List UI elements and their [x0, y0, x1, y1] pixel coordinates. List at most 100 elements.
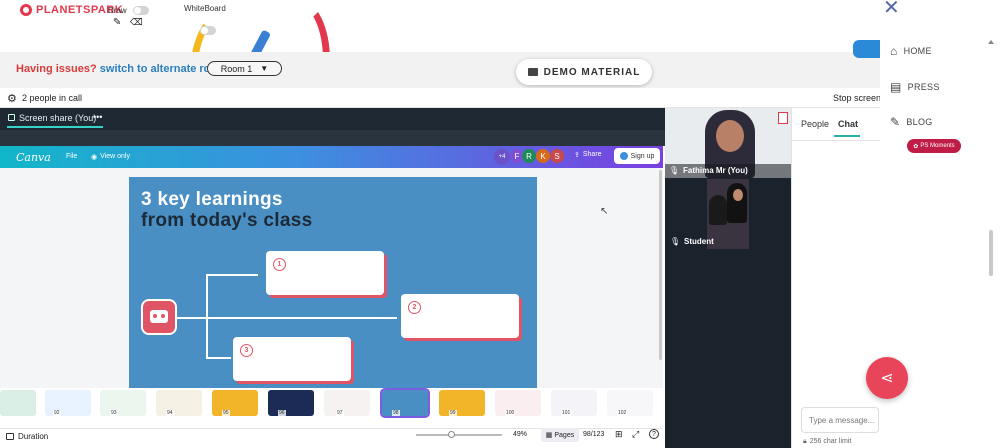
- learning-box-3: 3: [233, 337, 351, 381]
- avatar[interactable]: S: [550, 149, 564, 163]
- thumbnail[interactable]: [0, 390, 36, 416]
- learning-number-3: 3: [240, 344, 253, 357]
- press-icon: ▤: [890, 80, 902, 94]
- chevron-down-icon: ▼: [260, 64, 269, 73]
- canva-scrollbar[interactable]: [659, 170, 662, 360]
- zoom-slider-handle[interactable]: [448, 431, 455, 438]
- tab-people[interactable]: People: [801, 119, 829, 129]
- avatar[interactable]: K: [536, 149, 550, 163]
- slide: 3 key learnings from today's class 1 2 3: [129, 177, 537, 388]
- duration-label: Duration: [18, 432, 49, 441]
- participant-figure: [709, 195, 727, 225]
- issues-text: Having issues? switch to alternate room: [16, 63, 227, 75]
- learning-number-2: 2: [408, 301, 421, 314]
- thumbnail-strip: 92 93 94 95 96 97 98 99 100 101 102: [0, 388, 663, 428]
- share-fab[interactable]: ⋖: [866, 357, 908, 399]
- eye-icon: ◉: [91, 154, 98, 161]
- chat-input[interactable]: Type a message...: [801, 407, 879, 433]
- gear-icon[interactable]: ⚙: [7, 92, 17, 105]
- lock-icon: 🔒︎: [803, 438, 807, 445]
- canva-c-icon: [619, 152, 628, 160]
- video-tile-name-student: Student: [684, 237, 714, 246]
- thumbnail-number: 100: [505, 410, 516, 416]
- more-options-icon[interactable]: •••: [93, 112, 102, 122]
- canva-view-only[interactable]: ◉ View only: [91, 153, 130, 161]
- poster-icon: [778, 112, 788, 124]
- room-select[interactable]: Room 1 ▼: [207, 61, 282, 76]
- zoom-slider[interactable]: [416, 434, 502, 436]
- video-tile-you[interactable]: 🎙︎ Fathima Mr (You): [665, 108, 791, 178]
- pencil-icon[interactable]: ✎: [113, 17, 121, 28]
- fullscreen-icon[interactable]: ⤢: [632, 429, 639, 440]
- connector-bottom: [206, 357, 231, 359]
- nav-press[interactable]: ▤ PRESS: [890, 80, 940, 94]
- thumbnail-current[interactable]: 98: [380, 388, 430, 418]
- collaborators-count[interactable]: +4: [494, 149, 510, 165]
- thumbnail-number: 97: [336, 410, 344, 416]
- screenshare-tab[interactable]: Screen share (You): [19, 113, 96, 123]
- draw-toggle[interactable]: [133, 6, 149, 15]
- char-limit: 🔒︎ 256 char limit: [803, 438, 851, 446]
- mic-icon[interactable]: 🎙︎: [670, 237, 680, 246]
- close-icon[interactable]: ✕: [883, 0, 900, 18]
- thumbnail[interactable]: 93: [100, 390, 146, 416]
- video-tile-name-you: Fathima Mr (You): [683, 166, 748, 175]
- nav-blog-label: BLOG: [906, 117, 933, 127]
- participant-face: [716, 120, 744, 152]
- sign-up-label: Sign up: [630, 152, 655, 160]
- page-scrollbar[interactable]: [988, 40, 994, 440]
- duration-button[interactable]: Duration: [6, 432, 48, 441]
- duration-icon: [6, 433, 14, 440]
- nav-home[interactable]: ⌂ HOME: [890, 44, 932, 58]
- view-only-label: View only: [100, 153, 130, 160]
- stop-screen-button[interactable]: Stop screen: [833, 93, 881, 103]
- thumbnail[interactable]: 101: [551, 390, 597, 416]
- nav-home-label: HOME: [903, 46, 932, 56]
- active-tab-indicator: [7, 126, 103, 128]
- ps-moments-badge[interactable]: ✿ PS Moments: [907, 139, 961, 153]
- app-root: PLANETSPARK Draw ✎ ⌫ WhiteBoard Having i…: [0, 0, 1000, 448]
- avatar[interactable]: R: [522, 149, 536, 163]
- eraser-icon[interactable]: ⌫: [130, 17, 143, 28]
- whiteboard-label: WhiteBoard: [184, 4, 226, 13]
- thumbnail[interactable]: 100: [495, 390, 541, 416]
- blue-tab-edge[interactable]: [853, 40, 880, 58]
- thumbnail[interactable]: 99: [439, 390, 485, 416]
- whiteboard-toggle[interactable]: [200, 26, 216, 35]
- thumbnail-number: 99: [449, 410, 457, 416]
- zoom-level[interactable]: 49%: [513, 431, 527, 438]
- screenshare-subheader: [0, 130, 665, 146]
- thumbnail[interactable]: 96: [268, 390, 314, 416]
- canva-sign-up-button[interactable]: Sign up: [614, 148, 660, 164]
- issues-prefix: Having issues?: [16, 63, 97, 75]
- screen-icon: [8, 114, 15, 121]
- logo-icon: [20, 4, 32, 16]
- demo-material-button[interactable]: DEMO MATERIAL: [516, 59, 652, 85]
- pages-button[interactable]: ▦ Pages: [541, 428, 579, 442]
- canva-logo[interactable]: Canva: [16, 151, 51, 164]
- tab-chat[interactable]: Chat: [838, 119, 858, 129]
- share-label: Share: [582, 151, 602, 158]
- nav-blog[interactable]: ✎ BLOG: [890, 115, 933, 129]
- learning-box-1: 1: [266, 251, 384, 295]
- thumbnail-number: 92: [53, 410, 61, 416]
- thumbnail[interactable]: 92: [45, 390, 91, 416]
- share-icon: ⋖: [880, 370, 894, 387]
- mic-icon[interactable]: 🎙︎: [669, 166, 679, 175]
- robot-icon: [141, 299, 177, 335]
- thumbnail[interactable]: 94: [156, 390, 202, 416]
- thumbnail[interactable]: 95: [212, 390, 258, 416]
- canva-share-button[interactable]: ⇪ Share: [574, 151, 602, 159]
- chat-tab-indicator: [834, 135, 860, 137]
- thumbnail[interactable]: 102: [607, 390, 653, 416]
- help-icon[interactable]: ?: [649, 429, 659, 439]
- canva-file-menu[interactable]: File: [66, 153, 77, 160]
- connector-horizontal: [177, 317, 397, 319]
- thumbnail[interactable]: 97: [324, 390, 370, 416]
- call-bar: [0, 88, 880, 108]
- nav-press-label: PRESS: [907, 82, 940, 92]
- grid-view-icon[interactable]: ⊞: [615, 429, 623, 440]
- learning-box-2: 2: [401, 294, 519, 338]
- connector-top: [206, 274, 258, 276]
- ps-moments-label: PS Moments: [920, 143, 955, 149]
